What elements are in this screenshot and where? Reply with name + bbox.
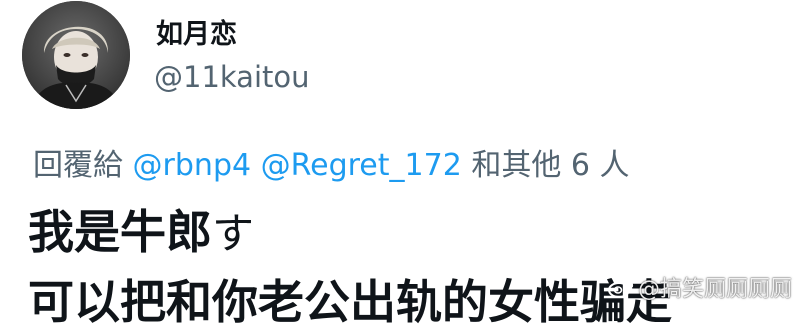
tweet-text-line: 可以把和你老公出轨的女性骗走 <box>28 275 672 329</box>
reply-others[interactable]: 和其他 6 人 <box>471 148 629 183</box>
tweet-text-line: 我是牛郎す <box>28 196 254 262</box>
reply-context: 回覆給 @rbnp4 @Regret_172 和其他 6 人 <box>33 140 630 184</box>
weibo-logo-icon <box>607 279 634 298</box>
author-display-name[interactable]: 如月恋 <box>156 12 237 51</box>
author-handle[interactable]: @11kaitou <box>154 60 310 94</box>
avatar[interactable] <box>22 1 130 109</box>
watermark: @搞笑厕厕厕厕 <box>607 271 792 303</box>
mention-link[interactable]: @Regret_172 <box>261 148 462 183</box>
user-avatar-photo <box>22 1 130 109</box>
mention-link[interactable]: @rbnp4 <box>133 148 252 183</box>
tweet-text-tail: す <box>212 209 255 258</box>
watermark-text: @搞笑厕厕厕厕 <box>637 277 792 302</box>
tweet-text-main: 我是牛郎 <box>28 205 212 259</box>
reply-prefix: 回覆給 <box>33 148 123 183</box>
